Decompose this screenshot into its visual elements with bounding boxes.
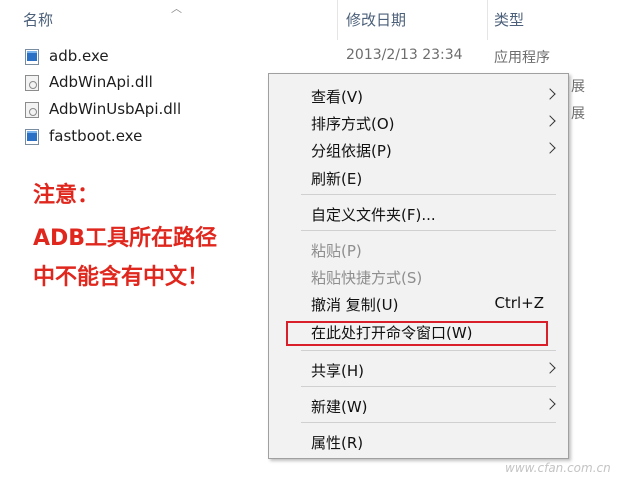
menu-item-view[interactable]: 查看(V) xyxy=(269,82,568,108)
menu-item-label: 查看(V) xyxy=(311,88,363,106)
menu-separator xyxy=(301,350,556,351)
column-name-header[interactable]: 名称 xyxy=(23,9,53,30)
menu-item-refresh[interactable]: 刷新(E) xyxy=(269,164,568,190)
file-name: AdbWinUsbApi.dll xyxy=(49,100,182,118)
menu-item-paste: 粘贴(P) xyxy=(269,236,568,262)
menu-item-label: 刷新(E) xyxy=(311,170,363,188)
menu-separator xyxy=(301,230,556,231)
menu-item-label: 共享(H) xyxy=(311,362,364,380)
menu-separator xyxy=(301,422,556,423)
menu-separator xyxy=(301,386,556,387)
menu-item-undo-copy[interactable]: 撤消 复制(U) Ctrl+Z xyxy=(269,290,568,316)
chevron-right-icon xyxy=(544,115,556,127)
chevron-right-icon xyxy=(544,362,556,374)
file-row-adb-exe[interactable]: adb.exe 2013/2/13 23:34 应用程序 xyxy=(0,44,640,70)
menu-item-properties[interactable]: 属性(R) xyxy=(269,428,568,454)
context-menu: 查看(V) 排序方式(O) 分组依据(P) 刷新(E) 自定义文件夹(F)...… xyxy=(268,73,569,459)
sort-ascending-icon: ︿ xyxy=(171,2,182,15)
highlight-box xyxy=(286,321,548,346)
menu-separator xyxy=(301,194,556,195)
file-type-truncated: 展 xyxy=(571,79,585,95)
annotation-line: ADB工具所在路径 xyxy=(33,226,218,251)
chevron-right-icon xyxy=(544,142,556,154)
column-date-header[interactable]: 修改日期 xyxy=(346,9,406,30)
annotation-title: 注意： xyxy=(33,183,100,208)
menu-item-label: 撤消 复制(U) xyxy=(311,296,399,314)
menu-item-label: 粘贴(P) xyxy=(311,242,362,260)
menu-item-label: 属性(R) xyxy=(311,434,364,452)
chevron-right-icon xyxy=(544,398,556,410)
menu-item-paste-shortcut: 粘贴快捷方式(S) xyxy=(269,263,568,289)
column-divider[interactable] xyxy=(487,0,488,40)
menu-item-sort[interactable]: 排序方式(O) xyxy=(269,109,568,135)
menu-item-label: 分组依据(P) xyxy=(311,142,392,160)
dll-file-icon xyxy=(25,102,39,118)
watermark: www.cfan.com.cn xyxy=(505,461,611,475)
file-name: adb.exe xyxy=(49,47,109,65)
menu-item-label: 自定义文件夹(F)... xyxy=(311,206,436,224)
file-name: AdbWinApi.dll xyxy=(49,73,153,91)
menu-item-group[interactable]: 分组依据(P) xyxy=(269,136,568,162)
column-divider[interactable] xyxy=(337,0,338,40)
dll-file-icon xyxy=(25,75,39,91)
menu-item-label: 排序方式(O) xyxy=(311,115,395,133)
menu-item-customize-folder[interactable]: 自定义文件夹(F)... xyxy=(269,200,568,226)
menu-item-label: 粘贴快捷方式(S) xyxy=(311,269,423,287)
menu-item-share[interactable]: 共享(H) xyxy=(269,356,568,382)
chevron-right-icon xyxy=(544,88,556,100)
column-type-header[interactable]: 类型 xyxy=(494,9,524,30)
column-header-bar: 名称 ︿ 修改日期 类型 xyxy=(0,0,640,40)
file-type: 应用程序 xyxy=(494,50,550,66)
menu-item-shortcut: Ctrl+Z xyxy=(494,294,544,312)
menu-item-new[interactable]: 新建(W) xyxy=(269,392,568,418)
file-date: 2013/2/13 23:34 xyxy=(346,47,463,63)
file-name: fastboot.exe xyxy=(49,127,143,145)
exe-file-icon xyxy=(25,129,39,145)
menu-item-label: 新建(W) xyxy=(311,398,368,416)
annotation-line: 中不能含有中文！ xyxy=(33,265,210,290)
exe-file-icon xyxy=(25,49,39,65)
file-type-truncated: 展 xyxy=(571,106,585,122)
